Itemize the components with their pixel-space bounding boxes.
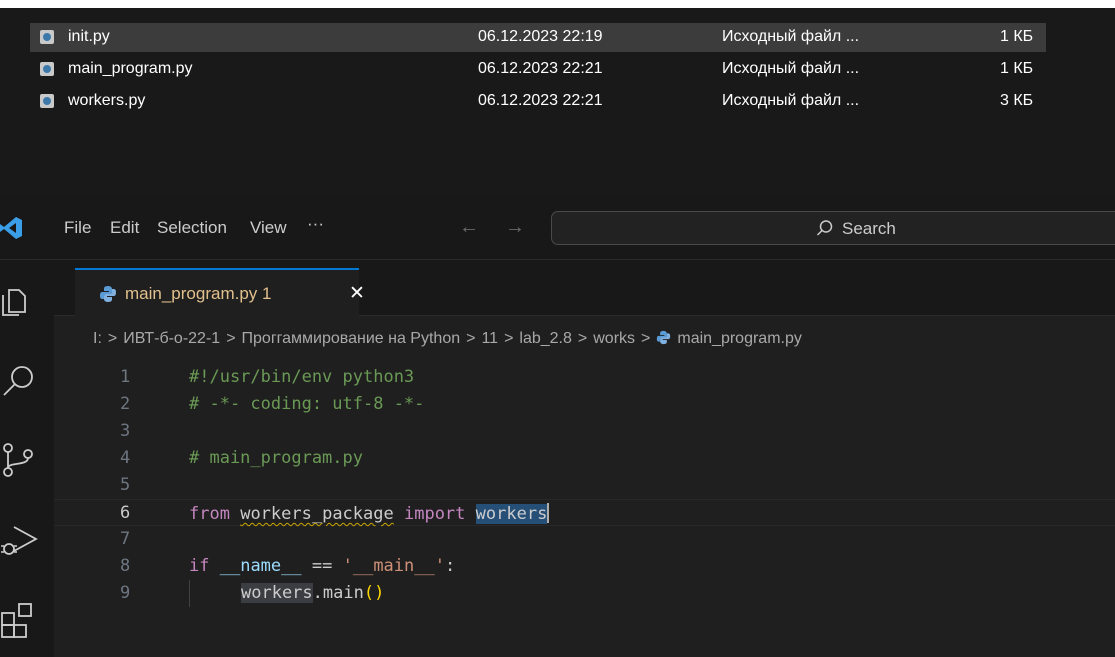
keyword-token: if	[189, 556, 210, 576]
code-line: 7	[54, 526, 1115, 553]
back-arrow-icon[interactable]: ←	[459, 216, 479, 239]
breadcrumb-separator: >	[466, 330, 476, 347]
line-number: 3	[120, 421, 131, 441]
file-date: 06.12.2023 22:21	[478, 60, 603, 77]
keyword-token: from	[189, 504, 230, 524]
code-text: # -*- coding: utf-8 -*-	[189, 394, 425, 414]
file-name: workers.py	[68, 92, 146, 109]
breadcrumb-separator: >	[226, 330, 236, 347]
file-date: 06.12.2023 22:19	[478, 28, 603, 45]
code-text: # main_program.py	[189, 448, 363, 468]
menu-file[interactable]: File	[64, 218, 91, 238]
code-line: 9 workers.main()	[54, 580, 1115, 607]
text-cursor	[547, 503, 550, 523]
string-token: '__main__'	[342, 556, 445, 576]
line-number: 2	[120, 394, 131, 414]
dunder-name-token: __name__	[219, 556, 302, 576]
python-file-icon	[40, 62, 54, 76]
line-number: 4	[120, 448, 131, 468]
parens-token: ()	[363, 583, 385, 603]
operator-token: ==	[311, 556, 333, 576]
line-number: 1	[120, 367, 131, 387]
breadcrumb-item[interactable]: lab_2.8	[519, 330, 572, 347]
vscode-logo-icon	[0, 217, 22, 239]
code-text: #!/usr/bin/env python3	[189, 367, 415, 387]
python-file-icon	[40, 30, 54, 44]
python-file-icon	[40, 94, 54, 108]
menu-edit[interactable]: Edit	[110, 218, 139, 238]
breadcrumb-item[interactable]: works	[593, 330, 635, 347]
tab-main-program[interactable]: main_program.py 1 ✕	[75, 268, 365, 316]
breadcrumb-separator: >	[577, 330, 588, 347]
editor-tab-strip: main_program.py 1 ✕	[54, 260, 1115, 316]
search-icon	[816, 220, 833, 236]
python-file-icon	[657, 330, 671, 345]
selected-token: workers	[475, 504, 548, 524]
breadcrumb-item[interactable]: 11	[481, 330, 498, 347]
extensions-icon[interactable]	[0, 599, 40, 639]
file-type: Исходный файл ...	[722, 60, 860, 77]
command-search-box[interactable]: Search	[551, 211, 1115, 245]
module-token-warning: workers_package	[240, 504, 394, 524]
editor-area: main_program.py 1 ✕ I: > ИВТ-б-о-22-1 > Прог…	[54, 260, 1115, 657]
file-row-main-program[interactable]: main_program.py 06.12.2023 22:21 Исходны…	[30, 55, 1046, 84]
file-name: main_program.py	[68, 60, 193, 77]
keyword-token: import	[403, 504, 466, 524]
window-edge	[0, 0, 1115, 8]
activity-bar	[0, 260, 54, 657]
breadcrumb-separator: >	[641, 330, 651, 347]
code-text: if __name__ == '__main__':	[189, 556, 455, 576]
line-number: 8	[120, 556, 131, 576]
method-token: .main	[312, 583, 364, 603]
menu-view[interactable]: View	[250, 218, 287, 238]
file-size: 1 КБ	[1000, 60, 1034, 77]
breadcrumb-separator: >	[504, 330, 514, 347]
breadcrumb: I: > ИВТ-б-о-22-1 > Проггаммирование на Pyth…	[93, 330, 802, 348]
file-row-init[interactable]: init.py 06.12.2023 22:19 Исходный файл .…	[30, 23, 1046, 52]
menu-selection[interactable]: Selection	[157, 218, 227, 238]
line-number: 6	[120, 503, 131, 523]
breadcrumb-item[interactable]: ИВТ-б-о-22-1	[123, 330, 220, 347]
code-line: 2 # -*- coding: utf-8 -*-	[54, 391, 1115, 418]
title-bar: File Edit Selection View ··· ← → Search	[0, 196, 1115, 260]
tab-label: main_program.py 1	[125, 284, 272, 303]
forward-arrow-icon[interactable]: →	[505, 216, 525, 239]
code-text: workers.main()	[241, 583, 384, 603]
file-type: Исходный файл ...	[722, 92, 860, 109]
run-debug-icon[interactable]	[0, 519, 40, 559]
file-size: 3 КБ	[1000, 92, 1034, 109]
line-number: 7	[120, 529, 131, 549]
indent-guide	[189, 580, 190, 607]
file-name: init.py	[68, 28, 110, 45]
close-icon[interactable]: ✕	[349, 282, 365, 305]
file-type: Исходный файл ...	[722, 28, 860, 45]
breadcrumb-item[interactable]: I:	[93, 330, 102, 347]
breadcrumb-item[interactable]: Проггаммирование на Python	[242, 330, 461, 347]
code-line: 3	[54, 418, 1115, 445]
python-file-icon	[100, 286, 116, 302]
code-line: 5	[54, 472, 1115, 499]
highlighted-token: workers	[241, 583, 313, 603]
file-row-workers[interactable]: workers.py 06.12.2023 22:21 Исходный фай…	[30, 87, 1046, 116]
line-number: 9	[120, 583, 131, 603]
colon-token: :	[444, 556, 456, 576]
file-explorer-list: init.py 06.12.2023 22:19 Исходный файл .…	[0, 0, 1115, 196]
code-line: 8 if __name__ == '__main__':	[54, 553, 1115, 580]
line-number: 5	[120, 475, 131, 495]
code-line: 4 # main_program.py	[54, 445, 1115, 472]
breadcrumb-item[interactable]: main_program.py	[677, 330, 802, 347]
file-date: 06.12.2023 22:21	[478, 92, 603, 109]
search-icon[interactable]	[0, 361, 40, 401]
code-line: 1 #!/usr/bin/env python3	[54, 364, 1115, 391]
menu-more[interactable]: ···	[307, 214, 324, 234]
code-text: from workers_package import workers	[189, 503, 550, 524]
search-placeholder: Search	[842, 219, 896, 238]
breadcrumb-separator: >	[107, 330, 118, 347]
explorer-icon[interactable]	[0, 280, 40, 320]
code-line-active: 6 from workers_package import workers	[54, 499, 1115, 526]
source-control-icon[interactable]	[0, 440, 40, 480]
file-size: 1 КБ	[1000, 28, 1034, 45]
